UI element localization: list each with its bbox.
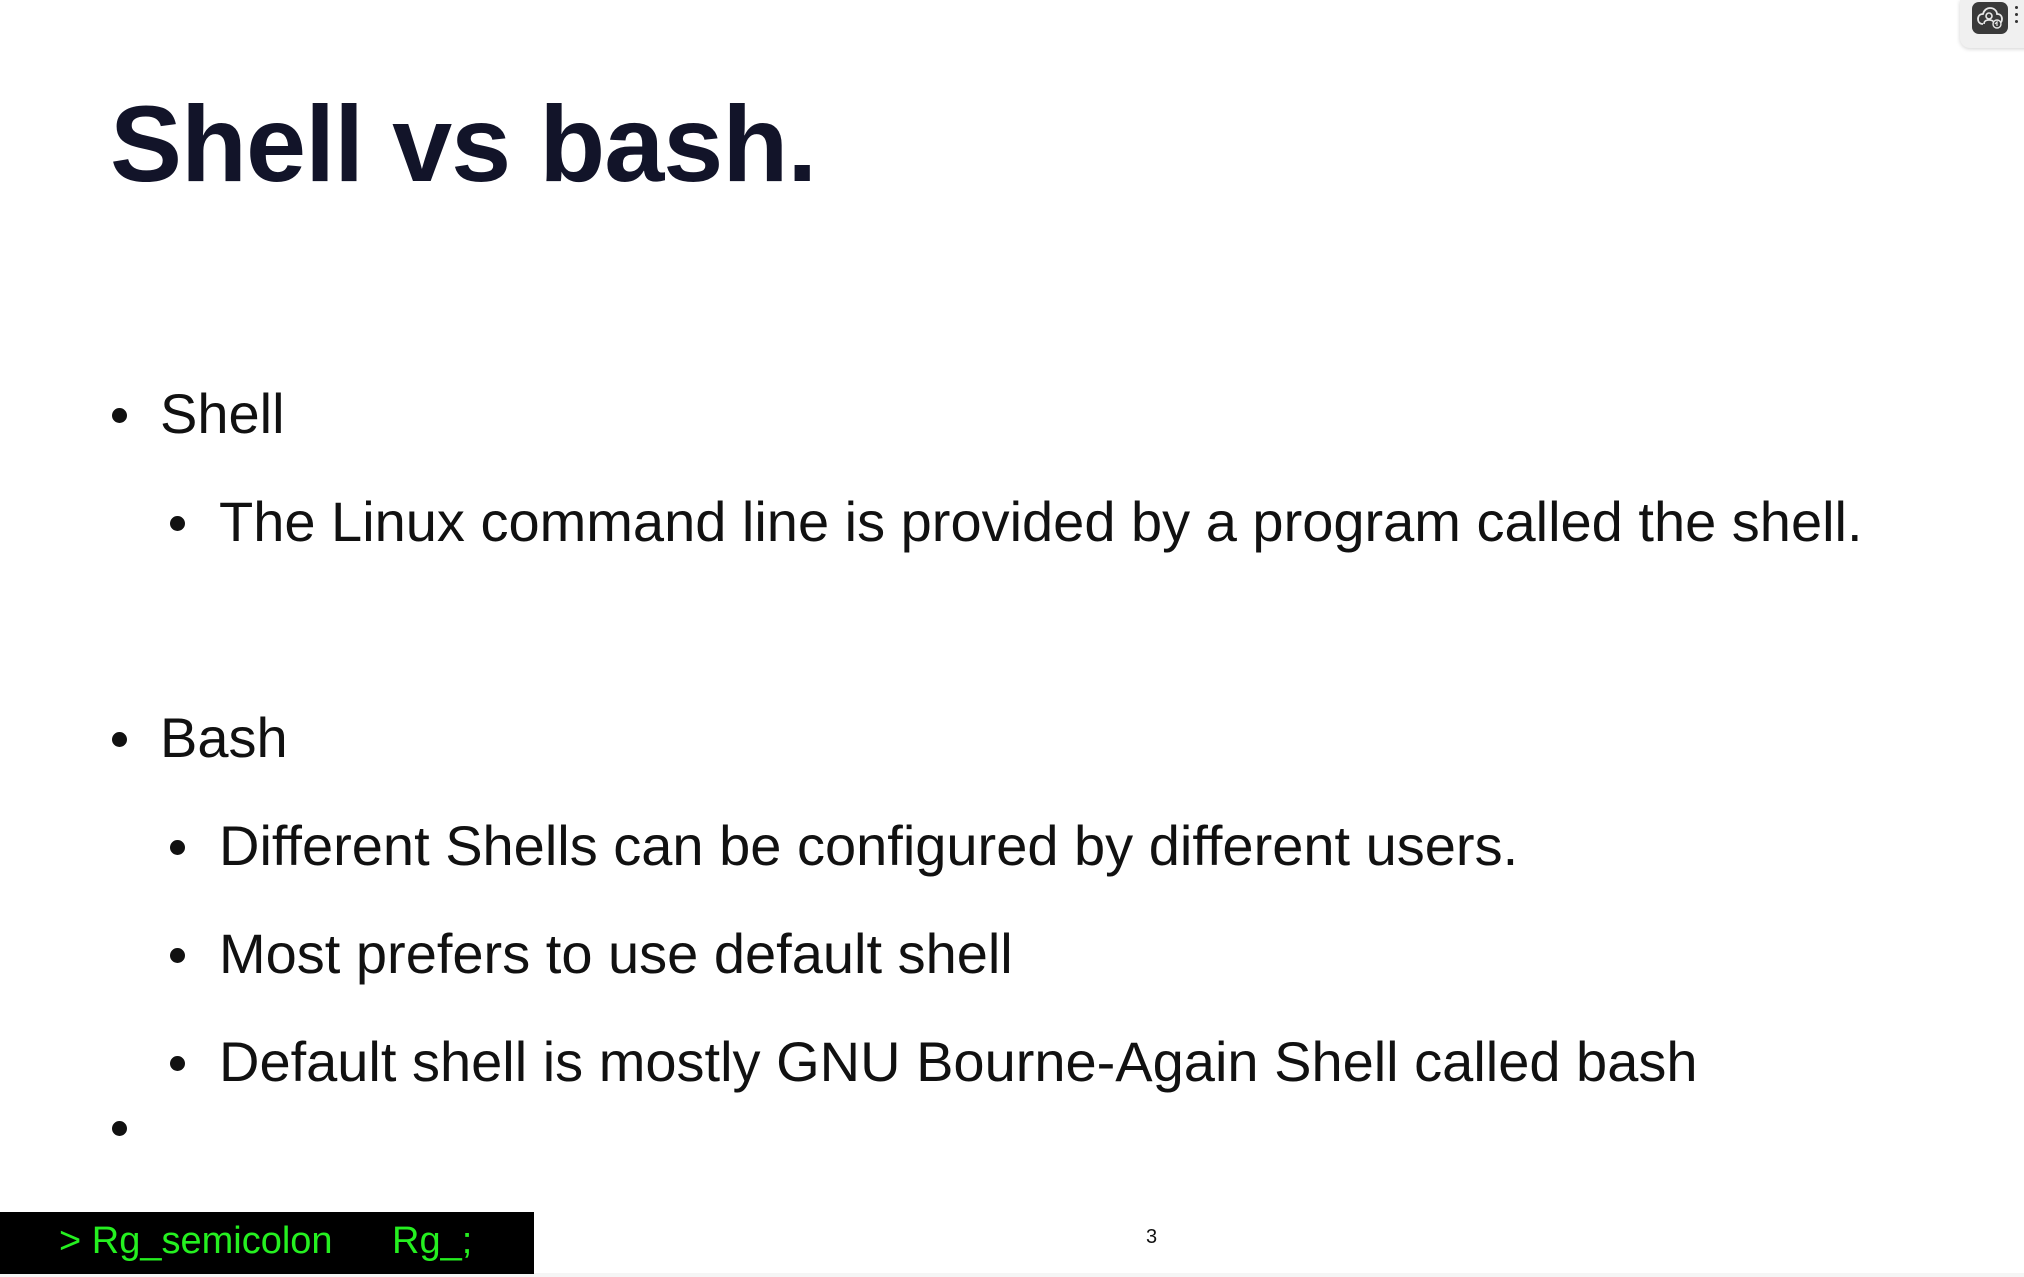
sub-bullet-text: Default shell is mostly GNU Bourne-Again… (219, 1030, 1698, 1093)
sub-bullet-text: The Linux command line is provided by a … (219, 490, 1863, 553)
sub-bullet-text: Different Shells can be configured by di… (219, 814, 1519, 877)
bullet-dot (170, 948, 185, 963)
bullet-dot (170, 840, 185, 855)
bullet-dot (170, 516, 185, 531)
sub-bullet-text: Most prefers to use default shell (219, 922, 1013, 985)
bullet-dot (112, 408, 127, 423)
slide: Shell vs bash. Shell The Linux command l… (0, 0, 2024, 1274)
slide-title: Shell vs bash. (110, 83, 817, 204)
cloud-user-sync-icon[interactable] (1972, 2, 2008, 34)
brand-handle: > Rg_semicolon (59, 1220, 333, 1262)
bullet-dot (112, 732, 127, 747)
bullet-dot (112, 1121, 127, 1136)
more-options-icon[interactable] (2015, 6, 2019, 28)
bullet-dot (170, 1056, 185, 1071)
presentation-viewer: Shell vs bash. Shell The Linux command l… (0, 0, 2024, 1277)
brand-footer: > Rg_semicolon Rg_; (0, 1212, 534, 1274)
floating-widget[interactable] (1960, 0, 2024, 48)
bullet-label: Bash (160, 706, 288, 769)
bullet-label: Shell (160, 382, 285, 445)
slide-page-number: 3 (1146, 1226, 1158, 1248)
brand-short-handle: Rg_; (392, 1220, 473, 1262)
